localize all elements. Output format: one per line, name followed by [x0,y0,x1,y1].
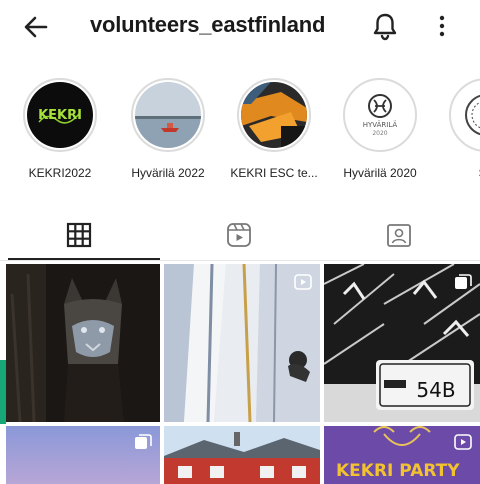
carousel-badge-icon [135,434,152,449]
tagged-icon [387,224,411,247]
reel-badge-icon [294,274,312,290]
grid-post[interactable] [164,426,320,484]
edge-accent [0,360,6,424]
grid-post[interactable]: 54B [324,264,480,422]
reel-badge-icon [454,434,472,450]
highlight-label: Hyvärilä 2020 [343,166,417,180]
grid-post[interactable] [164,264,320,422]
highlight-label: KEKRI ESC te... [230,166,318,180]
post-overlay-text: KEKRI PARTY [336,461,460,481]
reels-icon [227,223,251,247]
tab-tagged[interactable] [320,206,480,260]
carousel-badge-icon [455,274,472,289]
hyvarila-logo-year: 2020 [372,130,387,137]
sign-text: 54B [416,378,455,402]
posts-grid: 54B KEKRI PARTY [0,264,480,484]
grid-post[interactable] [6,264,160,422]
highlight-cover-hyvarila-2022 [135,82,201,148]
tab-posts[interactable] [0,206,160,260]
tab-reels[interactable] [160,206,320,260]
tab-divider [0,260,480,261]
profile-username: volunteers_eastfinland [90,12,326,37]
highlight-cover-hyvarila-2020: HYVÄRILÄ 2020 [347,82,413,148]
highlight-cover-kekri-esc [241,82,307,148]
more-vertical-icon[interactable] [432,12,452,40]
grid-icon [66,222,92,248]
profile-header: volunteers_eastfinland [0,0,480,52]
highlight-label: Sa [440,166,480,180]
highlight-label: Hyvärilä 2022 [131,166,205,180]
bell-icon[interactable] [370,10,400,42]
grid-post[interactable]: KEKRI PARTY [324,426,480,484]
story-highlights: KEKRI KEKRI2022 Hyvärilä 2022 KEKRI ESC … [0,78,480,190]
highlight-cover-kekri2022: KEKRI [27,82,93,148]
profile-tabs [0,206,480,260]
highlight-label: KEKRI2022 [28,166,92,180]
kekri-logo-text: KEKRI [38,108,82,123]
grid-post[interactable] [6,426,160,484]
hyvarila-logo-text: HYVÄRILÄ [363,120,398,129]
arrow-left-icon[interactable] [20,11,52,43]
